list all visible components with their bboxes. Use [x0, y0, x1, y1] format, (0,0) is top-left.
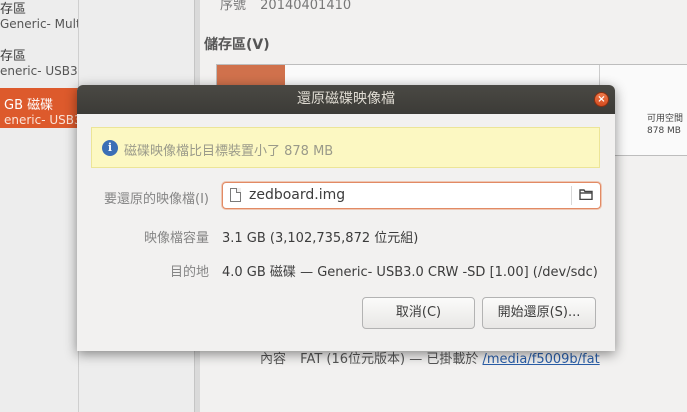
volume-partition[interactable] — [217, 65, 285, 87]
serial-label: 序號 — [220, 0, 247, 13]
chooser-separator — [571, 186, 572, 205]
sidebar-item-storage-2[interactable]: 存區 eneric- USB3.0 CRW -SD — [0, 45, 78, 78]
drive-sidebar: 存區 Generic- Multi-Card 存區 eneric- USB3.0… — [0, 0, 79, 412]
dialog-titlebar[interactable]: 還原磁碟映像檔 × — [77, 85, 615, 114]
sidebar-item-label: GB 磁碟 — [4, 98, 54, 113]
contents-value: FAT (16位元版本) — 已掛載於 — [300, 352, 479, 367]
close-icon[interactable]: × — [594, 92, 609, 107]
free-space-block[interactable]: 可用空間 878 MB — [647, 113, 683, 137]
sidebar-item-disk-selected[interactable]: GB 磁碟 eneric- USB3.0 CR — [0, 88, 78, 128]
free-space-label: 可用空間 — [647, 114, 684, 124]
file-icon — [230, 188, 241, 202]
document-open-icon[interactable] — [579, 189, 593, 200]
restore-disk-image-dialog: 還原磁碟映像檔 × i 磁碟映像檔比目標裝置小了 878 MB 要還原的映像檔(… — [77, 85, 615, 351]
info-icon: i — [102, 140, 118, 156]
mount-point-link[interactable]: /media/f5009b/fat — [483, 352, 600, 367]
image-to-restore-label: 要還原的映像檔(I) — [104, 192, 209, 207]
image-file-name: zedboard.img — [249, 187, 346, 203]
sidebar-item-sub: Generic- Multi-Card — [0, 17, 78, 31]
cancel-button[interactable]: 取消(C) — [362, 297, 475, 329]
destination-value: 4.0 GB 磁碟 — Generic- USB3.0 CRW -SD [1.0… — [222, 265, 598, 280]
dialog-title: 還原磁碟映像檔 — [297, 91, 395, 107]
image-size-value: 3.1 GB (3,102,735,872 位元組) — [222, 231, 419, 246]
destination-label: 目的地 — [169, 265, 209, 280]
free-space-size: 878 MB — [647, 126, 681, 136]
contents-label: 內容 — [260, 352, 287, 367]
sidebar-item-storage-1[interactable]: 存區 Generic- Multi-Card — [0, 0, 78, 31]
info-bar: i 磁碟映像檔比目標裝置小了 878 MB — [91, 127, 600, 168]
sidebar-item-label: 存區 — [0, 49, 27, 64]
volumes-heading: 儲存區(V) — [204, 37, 270, 53]
serial-value: 20140401410 — [260, 0, 352, 13]
sidebar-item-label: 存區 — [0, 2, 27, 17]
info-message: 磁碟映像檔比目標裝置小了 878 MB — [124, 144, 334, 159]
start-restore-button[interactable]: 開始還原(S)... — [482, 297, 596, 329]
sidebar-item-sub: eneric- USB3.0 CR — [4, 113, 78, 127]
serial-row: 序號 20140401410 — [220, 0, 361, 13]
image-size-label: 映像檔容量 — [143, 231, 209, 246]
image-file-chooser[interactable]: zedboard.img — [222, 182, 601, 209]
sidebar-item-sub: eneric- USB3.0 CRW -SD — [0, 64, 78, 78]
